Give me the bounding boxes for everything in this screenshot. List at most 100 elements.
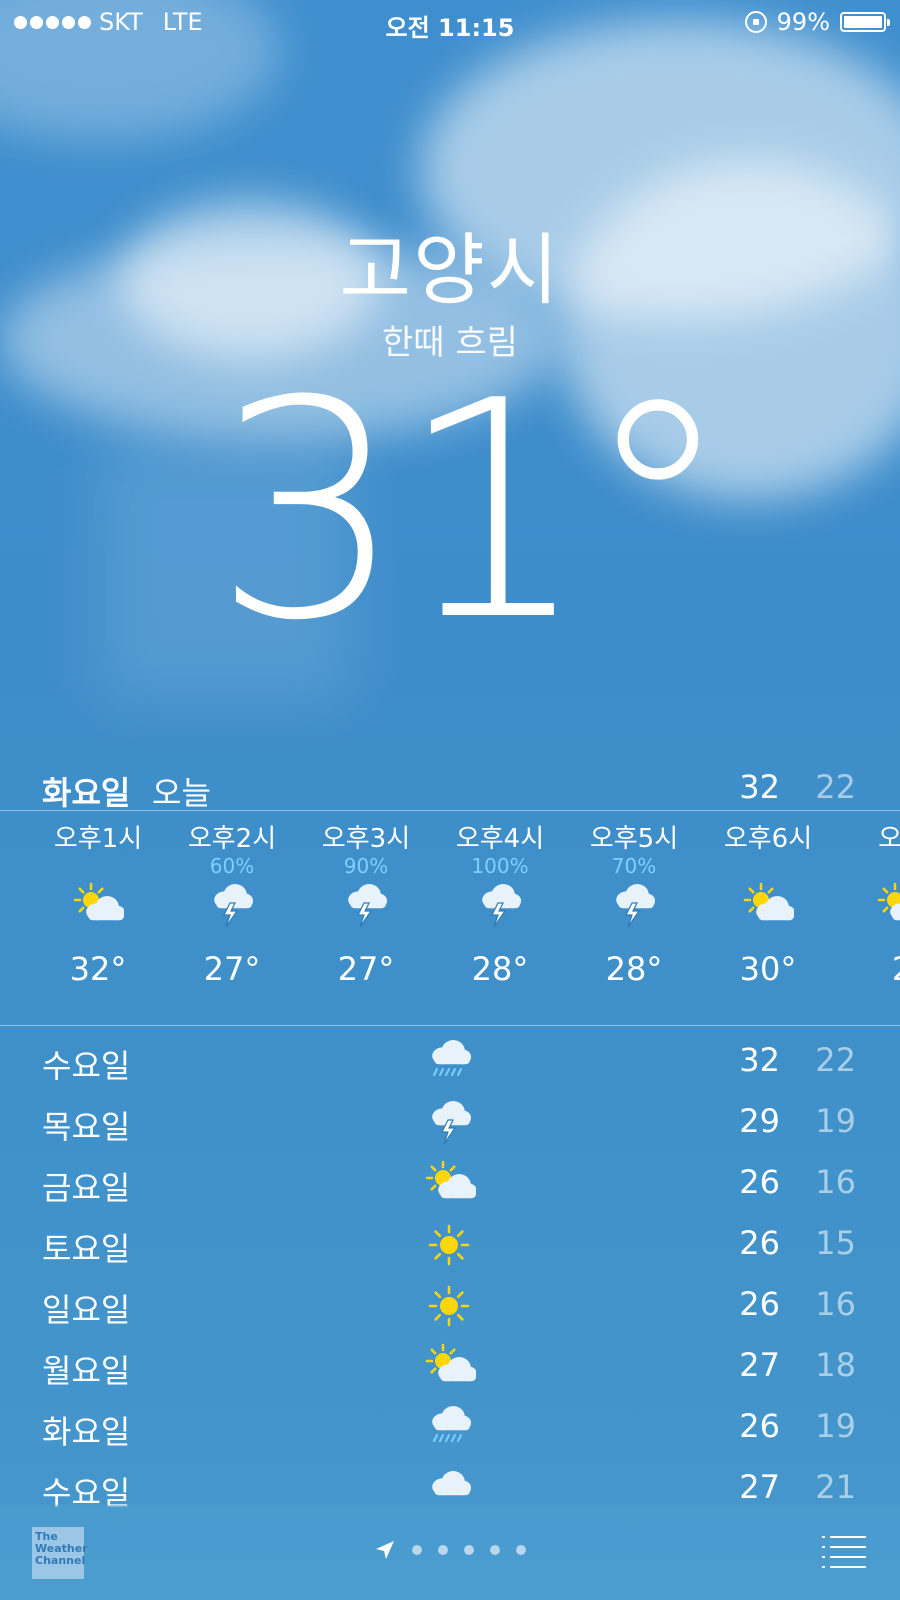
hour-temperature: 32° — [69, 950, 127, 988]
hourly-item: 오후5시 70% 28° — [566, 818, 702, 988]
partly-sunny-icon — [420, 1159, 480, 1209]
partly-sunny-icon — [30, 880, 166, 932]
day-low: 19 — [815, 1407, 856, 1445]
day-high: 26 — [739, 1407, 780, 1445]
hour-temperature: 2 — [834, 950, 900, 988]
partly-sunny-icon — [700, 880, 836, 932]
today-high: 32 — [739, 768, 780, 806]
day-low: 18 — [815, 1346, 856, 1384]
hour-temperature: 30° — [739, 950, 797, 988]
page-dot[interactable] — [464, 1545, 474, 1555]
hour-label: 오후1시 — [53, 824, 143, 854]
thunderstorm-icon — [164, 880, 300, 932]
daily-row: 목요일 29 19 — [0, 1094, 900, 1155]
status-bar: SKT LTE 오전 11:15 99% — [0, 0, 900, 46]
hour-label: 오후2시 — [187, 824, 277, 854]
precip-chance: 60% — [209, 854, 255, 878]
precip-chance — [0, 854, 30, 880]
bottom-toolbar: The Weather Channel — [0, 1505, 900, 1600]
thunderstorm-icon — [298, 880, 434, 932]
hour-label: 오후 — [878, 824, 900, 854]
day-low: 16 — [815, 1285, 856, 1323]
precip-chance — [834, 854, 900, 880]
day-name: 수요일 — [42, 1047, 131, 1085]
battery-percent: 99% — [776, 8, 830, 36]
partly-sunny-icon — [420, 1342, 480, 1392]
sun-icon — [420, 1281, 480, 1331]
current-temperature: 31° — [213, 337, 733, 686]
day-high: 26 — [739, 1285, 780, 1323]
today-label: 오늘 — [152, 774, 211, 812]
hour-label: 오후3시 — [321, 824, 411, 854]
hour-label: 오후4시 — [455, 824, 545, 854]
city-name: 고양시 — [339, 226, 561, 316]
partly-sunny-icon — [834, 880, 900, 932]
rain-icon — [420, 1037, 480, 1087]
day-high: 27 — [739, 1468, 780, 1506]
hour-label: 오후6시 — [723, 824, 813, 854]
precip-chance: 90% — [343, 854, 389, 878]
battery-icon — [840, 12, 890, 32]
today-low: 22 — [815, 768, 856, 806]
precip-chance — [700, 854, 836, 880]
hourly-forecast[interactable]: 시 오후1시 32° 오후2시 60% 27° 오후3시 90% 27° 오후4… — [0, 818, 900, 1018]
day-high: 32 — [739, 1041, 780, 1079]
day-name: 화요일 — [42, 1413, 131, 1451]
hour-temperature: 28° — [471, 950, 529, 988]
page-indicator[interactable] — [0, 1539, 900, 1561]
day-high: 27 — [739, 1346, 780, 1384]
divider — [0, 810, 900, 811]
hour-temperature: 27° — [203, 950, 261, 988]
divider — [0, 1025, 900, 1026]
day-name: 토요일 — [42, 1230, 131, 1268]
page-dot[interactable] — [438, 1545, 448, 1555]
daily-row: 화요일 26 19 — [0, 1399, 900, 1460]
daily-forecast[interactable]: 수요일 32 22 목요일 29 19 금요일 26 16 토요일 26 15 … — [0, 1033, 900, 1521]
hourly-item: 오후 2 — [834, 818, 900, 988]
location-arrow-icon[interactable] — [374, 1539, 396, 1561]
thunderstorm-icon — [432, 880, 568, 932]
hour-label: 시 — [0, 818, 30, 854]
day-low: 21 — [815, 1468, 856, 1506]
hour-label: 오후5시 — [589, 824, 679, 854]
day-low: 19 — [815, 1102, 856, 1140]
precip-chance: 70% — [611, 854, 657, 878]
partly-sunny-icon — [0, 880, 30, 932]
hourly-item: 오후2시 60% 27° — [164, 818, 300, 988]
rotation-lock-icon — [744, 11, 767, 33]
day-name: 월요일 — [42, 1352, 131, 1390]
day-high: 26 — [739, 1224, 780, 1262]
hourly-item: 오후6시 30° — [700, 818, 836, 988]
daily-row: 수요일 32 22 — [0, 1033, 900, 1094]
thunderstorm-icon — [566, 880, 702, 932]
daily-row: 토요일 26 15 — [0, 1216, 900, 1277]
day-high: 26 — [739, 1163, 780, 1201]
thunderstorm-icon — [420, 1098, 480, 1148]
daily-row: 금요일 26 16 — [0, 1155, 900, 1216]
day-low: 15 — [815, 1224, 856, 1262]
hourly-item: 오후4시 100% 28° — [432, 818, 568, 988]
rain-icon — [420, 1403, 480, 1453]
day-name: 일요일 — [42, 1291, 131, 1329]
sun-icon — [420, 1220, 480, 1270]
day-name: 금요일 — [42, 1169, 131, 1207]
hourly-item: 오후1시 32° — [30, 818, 166, 988]
hourly-item: 시 — [0, 818, 30, 950]
page-dot[interactable] — [412, 1545, 422, 1555]
today-row: 화요일 오늘 32 22 — [0, 760, 900, 812]
daily-row: 일요일 26 16 — [0, 1277, 900, 1338]
today-day: 화요일 — [42, 774, 131, 812]
page-dot[interactable] — [516, 1545, 526, 1555]
precip-chance — [30, 854, 166, 880]
hourly-item: 오후3시 90% 27° — [298, 818, 434, 988]
day-low: 16 — [815, 1163, 856, 1201]
hour-temperature: 28° — [605, 950, 663, 988]
page-dot[interactable] — [490, 1545, 500, 1555]
daily-row: 월요일 27 18 — [0, 1338, 900, 1399]
day-high: 29 — [739, 1102, 780, 1140]
day-low: 22 — [815, 1041, 856, 1079]
day-name: 목요일 — [42, 1108, 131, 1146]
hour-temperature: 27° — [337, 950, 395, 988]
list-icon[interactable] — [820, 1533, 866, 1569]
precip-chance: 100% — [471, 854, 529, 878]
